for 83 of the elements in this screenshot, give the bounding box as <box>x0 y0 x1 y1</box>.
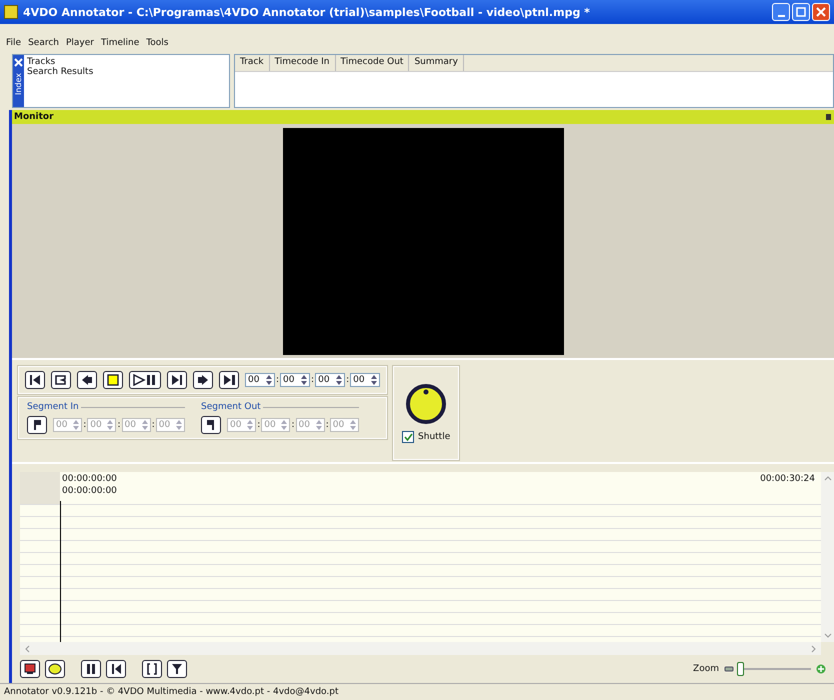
app-icon <box>4 5 18 19</box>
column-header[interactable]: Summary <box>409 55 464 71</box>
time-separator: : <box>116 420 122 430</box>
window-title: 4VDO Annotator - C:\Programas\4VDO Annotator (trial)\samples\Football - video\ptnl.mpg * <box>23 6 591 18</box>
panel-title: Monitor <box>14 112 54 122</box>
spin-field[interactable]: 00 <box>280 373 310 387</box>
menu-item[interactable]: Search <box>28 38 59 48</box>
timecode-label: 00:00:00:00 <box>62 486 117 496</box>
minimize-button[interactable] <box>772 3 790 21</box>
maximize-button[interactable] <box>792 3 810 21</box>
time-separator: : <box>150 420 156 430</box>
spin-arrows-icon <box>176 420 182 430</box>
shuttle-knob[interactable] <box>405 383 448 425</box>
time-separator: : <box>82 420 88 430</box>
flag-icon <box>32 419 42 431</box>
spin-arrows-icon <box>301 375 308 385</box>
status-text: Annotator v0.9.121b - © 4VDO Multimedia - www.4vdo.pt - 4vdo@4vdo.pt <box>4 687 338 697</box>
spin-field[interactable]: 00 <box>315 373 346 387</box>
time-separator: : <box>275 375 280 385</box>
tree-item[interactable]: Tracks <box>27 57 94 67</box>
close-icon[interactable] <box>14 58 23 67</box>
spin-arrows-icon <box>247 420 254 430</box>
zoom-out-icon[interactable] <box>724 666 734 672</box>
maximize-icon <box>796 7 806 17</box>
column-header[interactable]: Timecode Out <box>336 55 410 71</box>
time-separator: : <box>290 420 296 430</box>
player-button[interactable] <box>25 371 45 389</box>
horizontal-scrollbar[interactable] <box>20 642 821 655</box>
player-button[interactable] <box>77 371 97 389</box>
spin-arrows-icon <box>350 420 356 430</box>
shuttle-checkbox[interactable] <box>402 431 414 443</box>
toolbar-button[interactable] <box>106 660 126 678</box>
player-button[interactable] <box>219 371 239 389</box>
player-button[interactable] <box>51 371 71 389</box>
zoom-label: Zoom <box>693 664 719 674</box>
mark-button[interactable] <box>201 416 221 434</box>
close-icon <box>816 7 826 17</box>
player-button[interactable] <box>103 371 123 389</box>
close-button[interactable] <box>812 3 830 21</box>
menu-item[interactable]: Tools <box>146 38 168 48</box>
track-icon <box>24 663 36 675</box>
toolbar-button[interactable] <box>142 660 162 678</box>
vertical-scrollbar[interactable] <box>821 472 834 642</box>
spin-arrows-icon <box>266 375 272 385</box>
spin-arrows-icon <box>73 420 80 430</box>
menu-item[interactable]: File <box>6 38 22 48</box>
toolbar-button[interactable] <box>20 660 40 678</box>
spin-arrows-icon <box>142 420 148 430</box>
spin-arrows-icon <box>316 420 322 430</box>
minimize-icon <box>778 15 784 17</box>
timecode-label: 00:00:00:00 <box>62 474 117 484</box>
pin-icon[interactable] <box>826 113 832 121</box>
player-button[interactable] <box>167 371 187 389</box>
spin-field[interactable]: 00 <box>245 373 275 387</box>
spin-arrows-icon <box>107 420 114 430</box>
tag-icon <box>48 663 62 675</box>
spin-arrows-icon <box>281 420 288 430</box>
brackets-icon <box>146 663 158 675</box>
spin-arrows-icon <box>371 375 378 385</box>
toolbar-button[interactable] <box>81 660 101 678</box>
filter-icon <box>171 663 183 675</box>
column-header[interactable]: Timecode In <box>270 55 336 71</box>
menu-item[interactable]: Timeline <box>101 38 140 48</box>
toolbar-button[interactable] <box>45 660 65 678</box>
column-header[interactable]: Track <box>235 55 270 71</box>
spin-field[interactable]: 00 <box>350 373 380 387</box>
group-label: Segment Out <box>201 402 261 412</box>
player-button[interactable] <box>193 371 213 389</box>
spin-arrows-icon <box>336 375 342 385</box>
time-separator: : <box>310 375 316 385</box>
player-button[interactable] <box>129 371 161 389</box>
time-separator: : <box>256 420 262 430</box>
zoom-in-icon[interactable] <box>816 664 826 674</box>
tree-item[interactable]: Search Results <box>27 67 94 77</box>
menu-item[interactable]: Player <box>66 38 94 48</box>
toolbar-button[interactable] <box>167 660 187 678</box>
time-separator: : <box>324 420 330 430</box>
time-separator: : <box>345 375 350 385</box>
checkbox-label: Shuttle <box>418 432 450 442</box>
reverse-flag-icon <box>206 419 216 431</box>
mark-button[interactable] <box>27 416 47 434</box>
timecode-label: 00:00:30:24 <box>760 474 815 486</box>
group-label: Segment In <box>27 402 79 412</box>
